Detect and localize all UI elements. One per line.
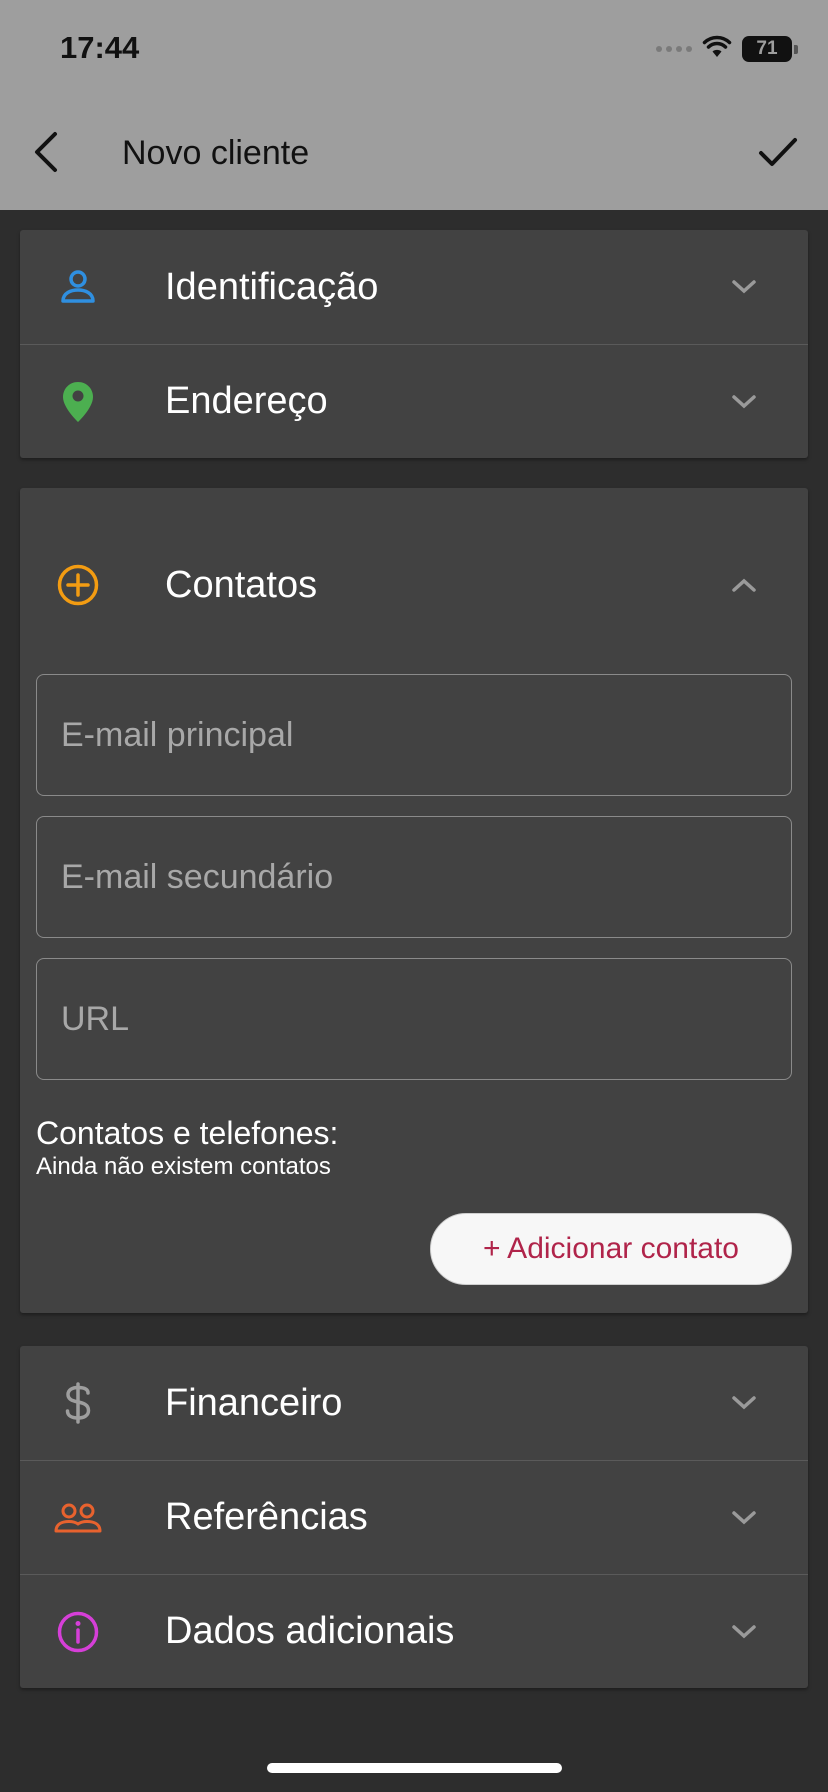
section-label: Endereço [165, 380, 328, 422]
section-identificacao[interactable]: Identificação [20, 230, 808, 344]
home-indicator [267, 1763, 562, 1773]
contacts-empty-text: Ainda não existem contatos [36, 1153, 331, 1180]
add-circle-icon [52, 559, 104, 611]
chevron-down-icon [730, 388, 758, 416]
section-label: Financeiro [165, 1381, 343, 1424]
url-input[interactable] [36, 958, 792, 1080]
section-label: Referências [165, 1496, 368, 1538]
person-icon [52, 261, 104, 313]
section-label: Contatos [165, 563, 318, 606]
section-label: Dados adicionais [165, 1610, 455, 1652]
save-button[interactable] [750, 124, 806, 180]
email-principal-input[interactable] [36, 674, 792, 796]
wifi-icon [702, 35, 732, 64]
checkmark-icon [759, 138, 797, 166]
chevron-up-icon [730, 571, 758, 599]
app-bar: 17:44 71 Novo cliente [0, 0, 828, 210]
chevron-down-icon [730, 1389, 758, 1417]
section-endereco[interactable]: Endereço [20, 344, 808, 458]
status-icons: 71 [656, 34, 798, 64]
battery-icon: 71 [742, 36, 798, 62]
back-button[interactable] [22, 124, 70, 180]
section-contatos-header[interactable]: Contatos [20, 528, 808, 642]
people-icon [52, 1492, 104, 1544]
collapsed-sections-card-top: Identificação Endereço [20, 230, 808, 458]
section-label: Identificação [165, 265, 379, 308]
section-contatos-expanded: Contatos Contatos e telefones: Ainda não… [20, 488, 808, 1313]
email-secundario-input[interactable] [36, 816, 792, 938]
status-time: 17:44 [60, 30, 140, 65]
location-pin-icon [52, 376, 104, 428]
chevron-down-icon [730, 1618, 758, 1646]
info-icon [52, 1606, 104, 1658]
add-contact-button[interactable]: + Adicionar contato [430, 1213, 792, 1285]
contacts-list-title: Contatos e telefones: [36, 1115, 339, 1151]
section-dados-adicionais[interactable]: Dados adicionais [20, 1574, 808, 1688]
battery-level: 71 [756, 38, 778, 59]
section-financeiro[interactable]: Financeiro [20, 1346, 808, 1460]
section-referencias[interactable]: Referências [20, 1460, 808, 1574]
cellular-signal-icon [656, 46, 692, 52]
collapsed-sections-card-bottom: Financeiro Referências Dados adicionais [20, 1346, 808, 1688]
chevron-down-icon [730, 1504, 758, 1532]
page-title: Novo cliente [122, 134, 310, 172]
chevron-down-icon [730, 273, 758, 301]
back-arrow-icon [35, 132, 57, 172]
dollar-icon [52, 1377, 104, 1429]
